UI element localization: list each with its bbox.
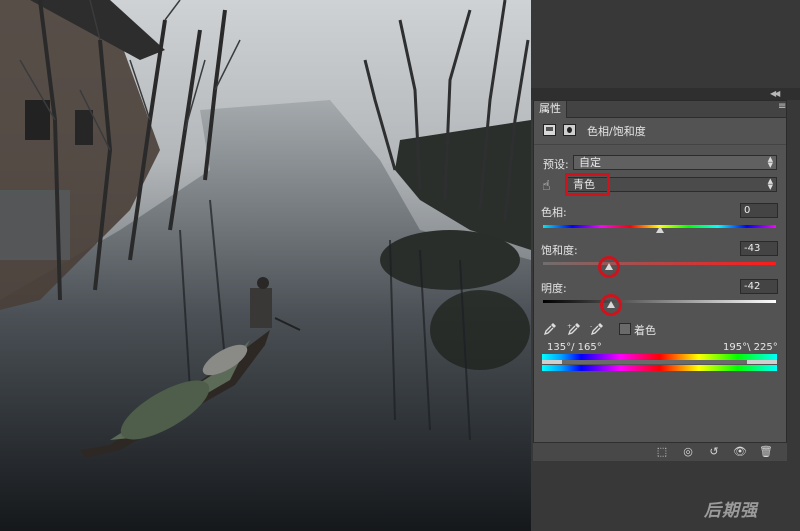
hue-label: 色相: bbox=[541, 206, 567, 219]
panel-bottom-toolbar: ⬚ ◎ ↺ 👁 🗑 bbox=[533, 442, 787, 461]
saturation-label: 饱和度: bbox=[541, 244, 578, 257]
eyedropper-plus-icon[interactable]: + bbox=[567, 322, 581, 336]
panel-title: 色相/饱和度 bbox=[587, 125, 646, 138]
svg-text:-: - bbox=[590, 323, 592, 330]
eye-icon[interactable]: 👁 bbox=[733, 445, 747, 459]
photo-canvas bbox=[0, 0, 531, 531]
panel-menu-icon[interactable]: ≡ bbox=[778, 102, 786, 112]
dropdown-arrows-icon: ▲ ▼ bbox=[767, 177, 773, 191]
panel-tab-bar: 属性 bbox=[534, 101, 786, 118]
properties-panel: 属性 色相/饱和度 预设: 自定 ▲ ▼ ☝ 青色 ▲ ▼ 色相: 0 饱和度: -… bbox=[533, 100, 787, 460]
adjustment-icon[interactable] bbox=[543, 124, 556, 136]
lightness-label: 明度: bbox=[541, 282, 567, 295]
preset-label: 预设: bbox=[543, 158, 569, 171]
range-left-label: 135°/ 165° bbox=[547, 342, 602, 353]
saturation-slider-track[interactable] bbox=[543, 262, 776, 265]
visibility-preview-icon[interactable]: ◎ bbox=[681, 445, 695, 459]
saturation-thumb-highlight bbox=[598, 256, 621, 278]
tab-properties[interactable]: 属性 bbox=[534, 101, 567, 118]
svg-text:+: + bbox=[567, 323, 572, 330]
watermark-logo: 后期强 bbox=[704, 501, 758, 521]
mask-icon[interactable] bbox=[563, 124, 576, 136]
eyedropper-icon[interactable] bbox=[543, 322, 557, 336]
range-start-handle[interactable] bbox=[542, 360, 562, 364]
clip-to-layer-icon[interactable]: ⬚ bbox=[655, 445, 669, 459]
lightness-value-field[interactable]: -42 bbox=[740, 279, 778, 294]
color-range-selector[interactable] bbox=[542, 360, 777, 364]
range-right-label: 195°\ 225° bbox=[723, 342, 778, 353]
collapse-panels-icon[interactable]: ◀◀ bbox=[770, 89, 780, 98]
channel-highlight-box bbox=[565, 173, 610, 196]
lightness-slider-track[interactable] bbox=[543, 300, 776, 303]
colorize-label: 着色 bbox=[634, 324, 656, 337]
preset-value: 自定 bbox=[579, 156, 601, 169]
hand-targeted-adjust-icon[interactable]: ☝ bbox=[542, 178, 551, 194]
dropdown-arrows-icon: ▲ ▼ bbox=[767, 155, 773, 169]
panel-header: 色相/饱和度 bbox=[534, 118, 786, 145]
trash-icon[interactable]: 🗑 bbox=[759, 445, 773, 459]
hue-slider-thumb[interactable] bbox=[655, 226, 664, 233]
eyedropper-minus-icon[interactable]: - bbox=[590, 322, 604, 336]
preset-dropdown[interactable]: 自定 ▲ ▼ bbox=[573, 155, 777, 170]
color-range-bar-bottom bbox=[542, 365, 777, 371]
range-span[interactable] bbox=[562, 360, 747, 364]
lightness-thumb-highlight bbox=[599, 294, 622, 316]
panel-dock-header bbox=[531, 88, 800, 100]
saturation-value-field[interactable]: -43 bbox=[740, 241, 778, 256]
reset-icon[interactable]: ↺ bbox=[707, 445, 721, 459]
colorize-checkbox[interactable] bbox=[619, 323, 631, 335]
range-end-handle[interactable] bbox=[747, 360, 777, 364]
hue-value-field[interactable]: 0 bbox=[740, 203, 778, 218]
